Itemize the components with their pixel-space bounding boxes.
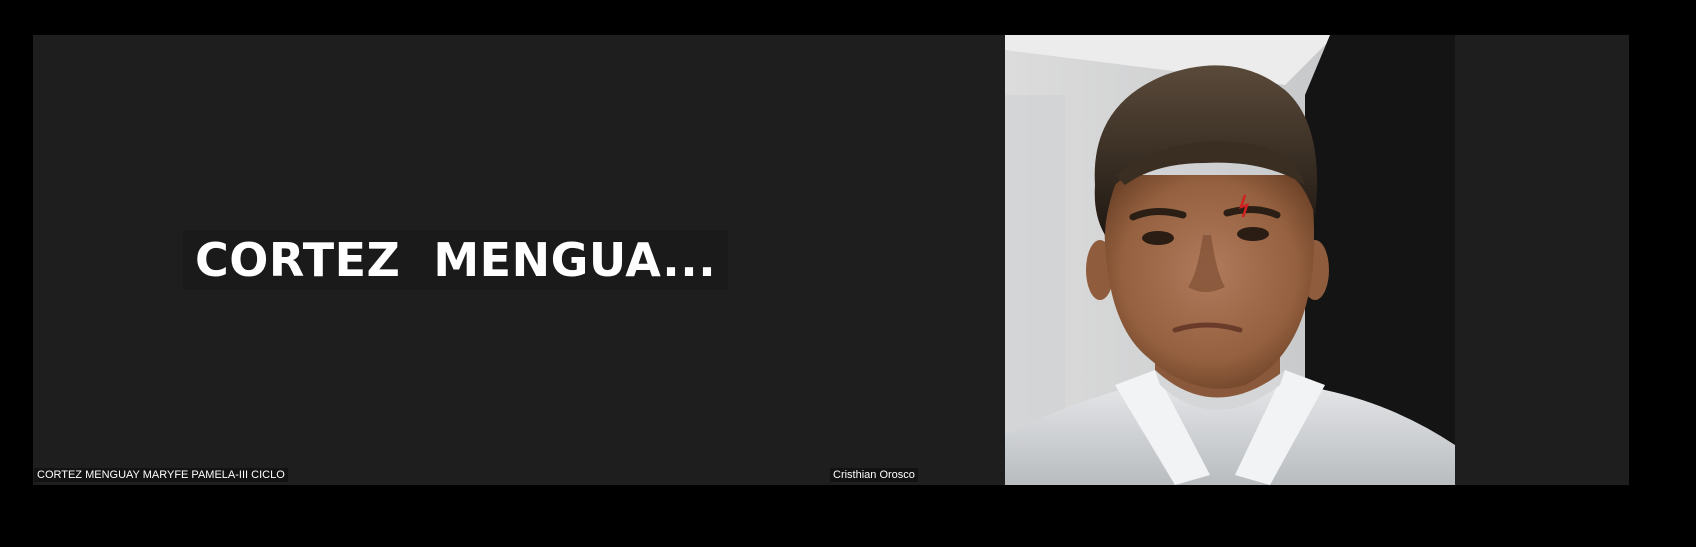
participant-name-label-orosco: Cristhian Orosco [830,468,918,482]
participant-display-name: CORTEZ MENGUA... [195,233,717,287]
webcam-image [1005,35,1455,485]
participant-name-card: CORTEZ MENGUA... [183,230,729,290]
meeting-stage: CORTEZ MENGUA... CORTEZ MENGUAY MARYFE P… [0,0,1696,547]
participant-name-label: CORTEZ MENGUAY MARYFE PAMELA-III CICLO [34,468,288,482]
participant-tile-orosco[interactable] [1005,35,1629,485]
participant-video-feed [1005,35,1455,485]
video-grid: CORTEZ MENGUA... CORTEZ MENGUAY MARYFE P… [33,35,1629,485]
participant-tile-cortez[interactable]: CORTEZ MENGUA... CORTEZ MENGUAY MARYFE P… [33,35,1005,485]
